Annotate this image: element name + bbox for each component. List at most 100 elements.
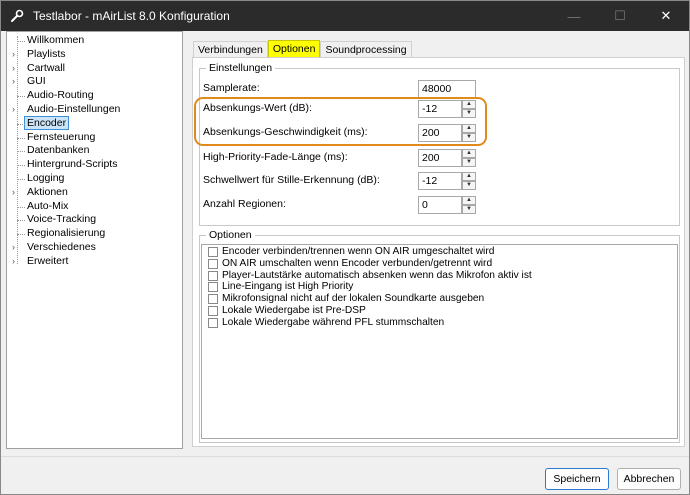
tree-connector xyxy=(17,220,25,222)
sidebar-item-label: Audio-Routing xyxy=(27,89,94,102)
setting-value-input[interactable]: 0 xyxy=(418,196,462,214)
tab-optionen[interactable]: Optionen xyxy=(267,40,321,58)
option-label: Lokale Wiedergabe während PFL stummschal… xyxy=(222,316,445,328)
setting-value-input[interactable]: 200 xyxy=(418,149,462,167)
sidebar-item-aktionen[interactable]: › Aktionen xyxy=(7,186,182,200)
option-item[interactable]: ON AIR umschalten wenn Encoder verbunden… xyxy=(202,258,677,270)
tree-connector xyxy=(17,151,25,153)
expand-chevron-icon[interactable]: › xyxy=(12,62,20,76)
sidebar-item-label: GUI xyxy=(27,75,46,88)
cancel-button[interactable]: Abbrechen xyxy=(617,468,681,490)
sidebar-item-hintergrund-scripts[interactable]: Hintergrund-Scripts xyxy=(7,158,182,172)
spin-down-icon[interactable]: ▼ xyxy=(462,158,476,167)
close-button[interactable]: ✕ xyxy=(643,1,689,31)
sidebar-item-cartwall[interactable]: › Cartwall xyxy=(7,62,182,76)
sidebar-item-regionalisierung[interactable]: Regionalisierung xyxy=(7,227,182,241)
tree-connector xyxy=(17,123,25,125)
tree-connector xyxy=(17,41,25,42)
option-item[interactable]: Player-Lautstärke automatisch absenken w… xyxy=(202,270,677,282)
tab-bar: Verbindungen Optionen Soundprocessing xyxy=(193,40,412,58)
option-checkbox[interactable] xyxy=(208,247,218,257)
expand-chevron-icon[interactable]: › xyxy=(12,241,20,255)
sidebar-item-label: Encoder xyxy=(24,115,70,130)
option-item[interactable]: Mikrofonsignal nicht auf der lokalen Sou… xyxy=(202,293,677,305)
window-title: Testlabor - mAirList 8.0 Konfiguration xyxy=(33,9,230,23)
sidebar-item-logging[interactable]: Logging xyxy=(7,172,182,186)
sidebar-item-label: Auto-Mix xyxy=(27,199,69,212)
option-checkbox[interactable] xyxy=(208,294,218,305)
sidebar-item-fernsteuerung[interactable]: Fernsteuerung xyxy=(7,131,182,145)
option-checkbox[interactable] xyxy=(208,270,218,281)
config-window: Testlabor - mAirList 8.0 Konfiguration —… xyxy=(0,0,690,495)
setting-value-input[interactable]: 48000 xyxy=(418,80,476,98)
sidebar-item-label: Erweitert xyxy=(27,254,69,267)
spinner-control: ▲ ▼ xyxy=(462,172,476,190)
wrench-icon xyxy=(9,8,25,24)
spin-up-icon[interactable]: ▲ xyxy=(462,196,476,205)
sidebar-item-playlists[interactable]: › Playlists xyxy=(7,48,182,62)
sidebar-item-label: Fernsteuerung xyxy=(27,130,96,143)
spin-down-icon[interactable]: ▼ xyxy=(462,181,476,190)
setting-label: Samplerate: xyxy=(203,82,260,94)
option-item[interactable]: Encoder verbinden/trennen wenn ON AIR um… xyxy=(202,246,677,258)
option-checkbox[interactable] xyxy=(208,282,218,293)
tab-verbindungen[interactable]: Verbindungen xyxy=(193,41,268,58)
sidebar-item-label: Hintergrund-Scripts xyxy=(27,158,118,171)
option-label: Line-Eingang ist High Priority xyxy=(222,281,354,293)
options-group-title: Optionen xyxy=(206,229,255,241)
option-checkbox[interactable] xyxy=(208,305,218,316)
expand-chevron-icon[interactable]: › xyxy=(12,48,20,62)
tree-connector xyxy=(17,178,25,180)
option-label: Encoder verbinden/trennen wenn ON AIR um… xyxy=(222,246,495,257)
tree-connector xyxy=(17,165,25,167)
spin-up-icon[interactable]: ▲ xyxy=(462,172,476,181)
sidebar-item-verschiedenes[interactable]: › Verschiedenes xyxy=(7,241,182,255)
footer-divider xyxy=(1,456,689,457)
option-item[interactable]: Line-Eingang ist High Priority xyxy=(202,281,677,293)
setting-label: Anzahl Regionen: xyxy=(203,198,286,210)
sidebar-item-label: Playlists xyxy=(27,47,66,60)
expand-chevron-icon[interactable]: › xyxy=(12,75,20,89)
setting-label: Schwellwert für Stille-Erkennung (dB): xyxy=(203,174,380,186)
tree-connector xyxy=(17,96,25,98)
sidebar-item-voice-tracking[interactable]: Voice-Tracking xyxy=(7,213,182,227)
category-tree[interactable]: Willkommen › Playlists › Cartwall › GUI Audio-R… xyxy=(6,31,183,449)
spinner-control: ▲ ▼ xyxy=(462,196,476,214)
sidebar-item-audio-einstellungen[interactable]: › Audio-Einstellungen xyxy=(7,103,182,117)
option-checkbox[interactable] xyxy=(208,317,218,328)
sidebar-item-label: Audio-Einstellungen xyxy=(27,102,121,115)
sidebar-item-label: Voice-Tracking xyxy=(27,213,97,226)
minimize-button[interactable]: — xyxy=(551,1,597,31)
sidebar-item-gui[interactable]: › GUI xyxy=(7,75,182,89)
sidebar-item-label: Aktionen xyxy=(27,185,68,198)
sidebar-item-erweitert[interactable]: › Erweitert xyxy=(7,255,182,269)
tab-soundprocessing[interactable]: Soundprocessing xyxy=(320,41,412,58)
highlight-annotation xyxy=(194,97,487,146)
spinner-control: ▲ ▼ xyxy=(462,149,476,167)
option-item[interactable]: Lokale Wiedergabe während PFL stummschal… xyxy=(202,317,677,329)
sidebar-item-datenbanken[interactable]: Datenbanken xyxy=(7,144,182,158)
sidebar-item-label: Willkommen xyxy=(27,34,85,46)
maximize-button[interactable]: ☐ xyxy=(597,1,643,31)
expand-chevron-icon[interactable]: › xyxy=(12,255,20,269)
spin-down-icon[interactable]: ▼ xyxy=(462,205,476,214)
option-label: ON AIR umschalten wenn Encoder verbunden… xyxy=(222,257,493,269)
expand-chevron-icon[interactable]: › xyxy=(12,103,20,117)
sidebar-item-audio-routing[interactable]: Audio-Routing xyxy=(7,89,182,103)
sidebar-item-label: Regionalisierung xyxy=(27,227,106,240)
spin-up-icon[interactable]: ▲ xyxy=(462,149,476,158)
sidebar-item-willkommen[interactable]: Willkommen xyxy=(7,34,182,48)
option-checkbox[interactable] xyxy=(208,258,218,269)
option-label: Player-Lautstärke automatisch absenken w… xyxy=(222,269,532,281)
title-bar: Testlabor - mAirList 8.0 Konfiguration —… xyxy=(1,1,689,31)
sidebar-item-label: Verschiedenes xyxy=(27,240,96,253)
setting-value-input[interactable]: -12 xyxy=(418,172,462,190)
sidebar-item-encoder[interactable]: Encoder xyxy=(7,115,182,131)
expand-chevron-icon[interactable]: › xyxy=(12,186,20,200)
sidebar-item-label: Datenbanken xyxy=(27,144,90,157)
save-button[interactable]: Speichern xyxy=(545,468,609,490)
option-label: Mikrofonsignal nicht auf der lokalen Sou… xyxy=(222,293,485,305)
options-list[interactable]: Encoder verbinden/trennen wenn ON AIR um… xyxy=(201,244,678,439)
option-item[interactable]: Lokale Wiedergabe ist Pre-DSP xyxy=(202,305,677,317)
sidebar-item-auto-mix[interactable]: Auto-Mix xyxy=(7,200,182,214)
